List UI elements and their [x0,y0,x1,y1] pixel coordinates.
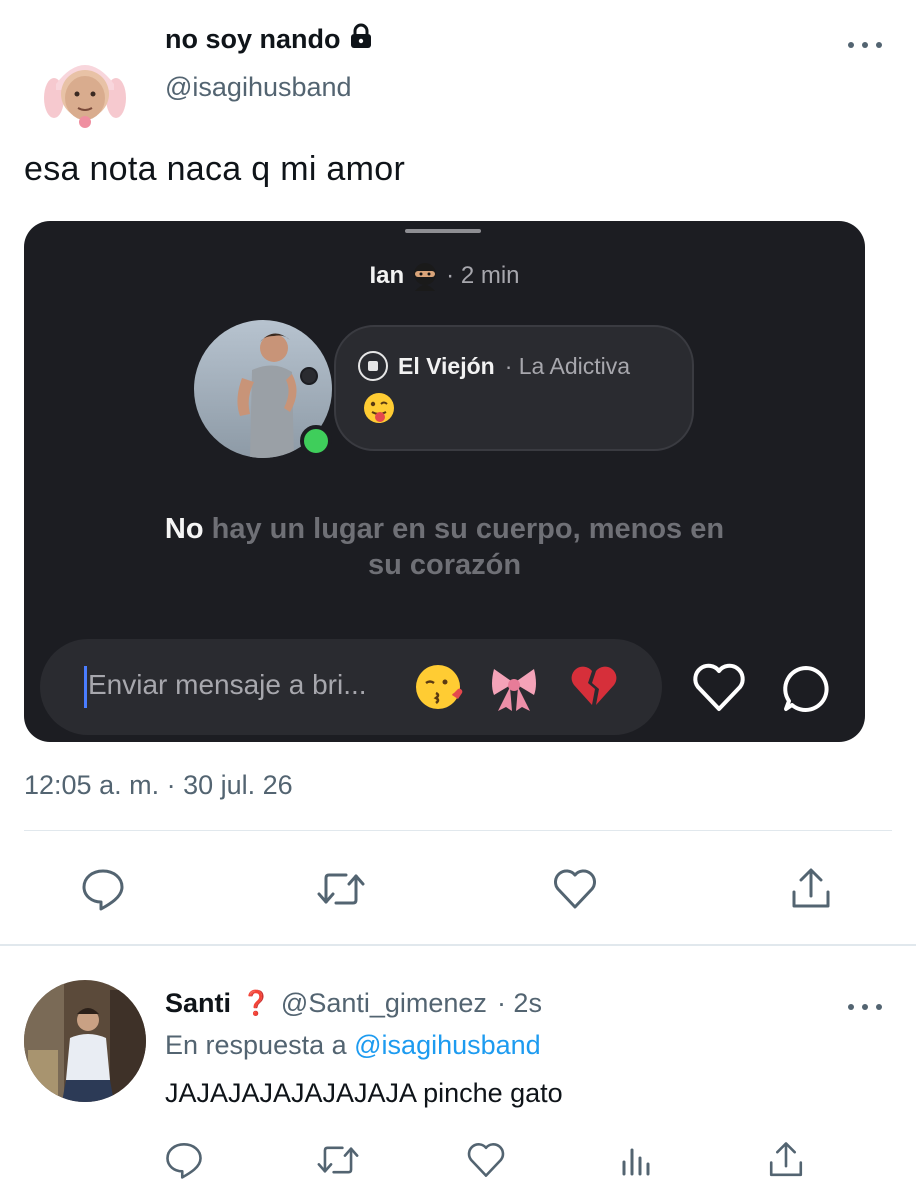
share-icon[interactable] [788,866,834,912]
note-artist: · La Adictiva [504,352,631,379]
reply-to-handle-link[interactable]: @isagihusband [354,1030,541,1060]
reply-time[interactable]: · 2s [497,988,542,1019]
views-icon[interactable] [618,1140,658,1180]
ninja-emoji-icon [410,261,440,291]
author-name[interactable]: no soy nando [165,22,375,57]
sheet-grabber [405,229,481,233]
comment-bubble-icon[interactable] [780,663,832,715]
note-song-title: El Viejón [398,352,495,379]
text-caret [84,666,87,708]
reply-author-name[interactable]: Santi [165,988,231,1019]
lyrics-active-word: No [164,513,204,545]
music-note-bubble[interactable]: El Viejón · La Adictiva [334,325,694,451]
embedded-media[interactable]: Ian · 2 min El Viejón · La Adictiva No h… [24,221,865,742]
reply-text: JAJAJAJAJAJAJAJA pinche gato [165,1078,563,1108]
heart-icon[interactable] [692,663,746,713]
ribbon-emoji-icon[interactable] [488,661,540,713]
reply-author-handle[interactable]: @Santi_gimenez [281,988,487,1019]
note-connector-dot [300,367,318,385]
reply-like-icon[interactable] [466,1140,506,1180]
card-header: Ian · 2 min [24,261,865,291]
like-icon[interactable] [552,866,598,912]
lock-icon [347,22,375,57]
note-music-row: El Viejón · La Adictiva [358,351,688,381]
author-avatar[interactable] [40,50,130,130]
lyrics-line-1: hay un lugar en su cuerpo, menos en [211,513,725,545]
kiss-emoji-icon[interactable] [414,661,466,713]
tweet-text: esa nota naca q mi amor [24,150,406,188]
question-mark-icon: ❓ [241,990,271,1017]
message-input[interactable]: Enviar mensaje a bri... [40,639,662,735]
message-placeholder: Enviar mensaje a bri... [88,669,367,700]
song-lyrics: No hay un lugar en su cuerpo, menos en s… [24,511,865,583]
reply-icon[interactable] [80,866,126,912]
thread-divider [0,944,916,946]
reply-context: En respuesta a @isagihusband [165,1030,541,1061]
reply-to-label: En respuesta a [165,1030,347,1060]
online-status-dot [300,425,332,457]
reply-author-avatar[interactable] [24,980,146,1102]
author-name-text[interactable]: no soy nando [165,24,341,55]
more-icon[interactable] [848,34,882,56]
retweet-icon[interactable] [316,866,365,912]
reply-share-icon[interactable] [766,1140,806,1180]
broken-heart-emoji-icon[interactable] [568,661,620,713]
music-stop-icon [358,351,388,381]
divider [24,830,892,831]
reply-header: Santi ❓ @Santi_gimenez · 2s [165,988,542,1019]
reply-retweet-icon[interactable] [316,1140,359,1180]
tongue-out-emoji-icon [362,391,396,425]
card-time: · 2 min [446,262,520,289]
card-username: Ian [369,262,405,289]
tweet-timestamp[interactable]: 12:05 a. m. · 30 jul. 26 [24,770,293,801]
reply-reply-icon[interactable] [164,1140,204,1180]
author-handle[interactable]: @isagihusband [165,72,352,103]
lyrics-line-2: su corazón [367,549,522,581]
reply-more-icon[interactable] [848,996,882,1018]
